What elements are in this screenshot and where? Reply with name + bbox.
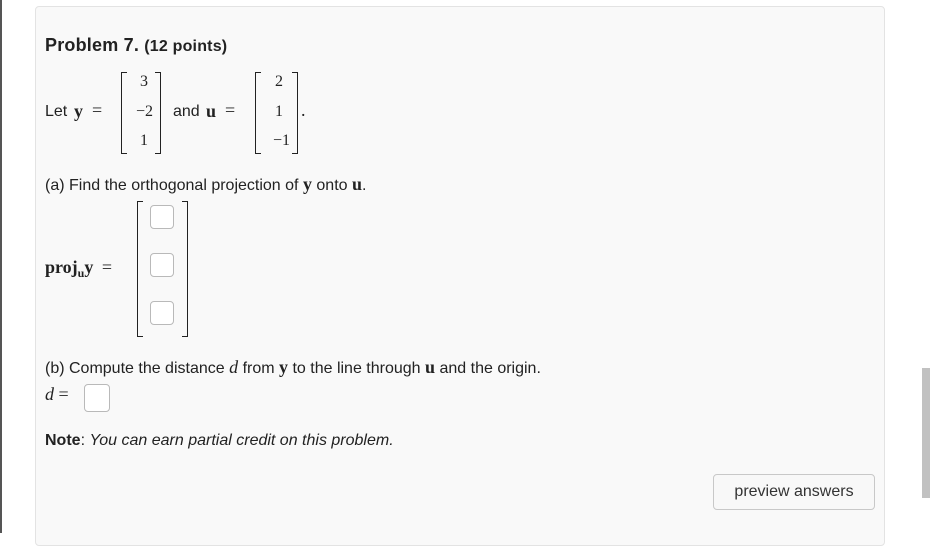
statement-period: . <box>301 100 306 120</box>
d-symbol: d <box>45 384 54 404</box>
y-symbol: y <box>302 174 312 194</box>
u-vector-entry: 1 <box>275 103 283 120</box>
projection-answer-input-3[interactable] <box>150 301 174 325</box>
problem-number: Problem 7. <box>45 35 140 55</box>
matrix-left-bracket <box>137 201 143 337</box>
y-vector-entry: 3 <box>140 73 148 90</box>
y-vector-entry: 1 <box>140 132 148 149</box>
distance-answer-input[interactable] <box>84 384 110 412</box>
partial-credit-note: Note: You can earn partial credit on thi… <box>45 432 394 450</box>
part-a-period: . <box>362 177 367 194</box>
u-symbol: u <box>425 357 436 377</box>
part-a-onto: onto <box>316 177 348 194</box>
u-vector-right-bracket <box>292 72 298 154</box>
part-a-question: (a) Find the orthogonal projection of y … <box>45 174 366 195</box>
equals-sign: = <box>58 384 69 404</box>
u-vector-entry: 2 <box>275 73 283 90</box>
problem-title: Problem 7. (12 points) <box>45 35 227 56</box>
y-symbol: y <box>279 357 289 377</box>
projection-answer-input-2[interactable] <box>150 253 174 277</box>
y-symbol: y <box>74 101 83 121</box>
distance-answer-label: d = <box>45 384 69 405</box>
matrix-right-bracket <box>182 201 188 337</box>
u-vector-entry: −1 <box>272 132 290 149</box>
note-colon: : <box>80 432 86 449</box>
problem-points: (12 points) <box>144 38 228 55</box>
let-label: Let <box>45 103 68 120</box>
window-left-border <box>0 0 2 533</box>
part-b-to-line: to the line through <box>292 360 421 377</box>
part-b-prefix: (b) Compute the distance <box>45 360 225 377</box>
note-label: Note <box>45 432 81 449</box>
part-b-from: from <box>242 360 275 377</box>
projection-label: projuy = <box>45 257 112 281</box>
d-symbol: d <box>229 357 239 377</box>
part-a-prefix: (a) Find the orthogonal projection of <box>45 177 299 194</box>
proj-text: proj <box>45 257 78 277</box>
u-symbol: u <box>206 101 217 121</box>
scrollbar-thumb[interactable] <box>922 368 930 498</box>
u-symbol: u <box>351 174 362 194</box>
note-text: You can earn partial credit on this prob… <box>89 432 394 449</box>
part-b-question: (b) Compute the distance d from y to the… <box>45 357 541 378</box>
and-label: and <box>173 103 200 120</box>
equals-sign: = <box>225 100 236 120</box>
y-vector-entry: −2 <box>135 103 153 120</box>
projection-answer-input-1[interactable] <box>150 205 174 229</box>
part-b-suffix: and the origin. <box>439 360 541 377</box>
equals-sign: = <box>101 257 112 277</box>
equals-sign: = <box>92 100 103 120</box>
preview-answers-button[interactable]: preview answers <box>713 474 875 510</box>
proj-y: y <box>84 257 94 277</box>
y-vector-right-bracket <box>155 72 161 154</box>
